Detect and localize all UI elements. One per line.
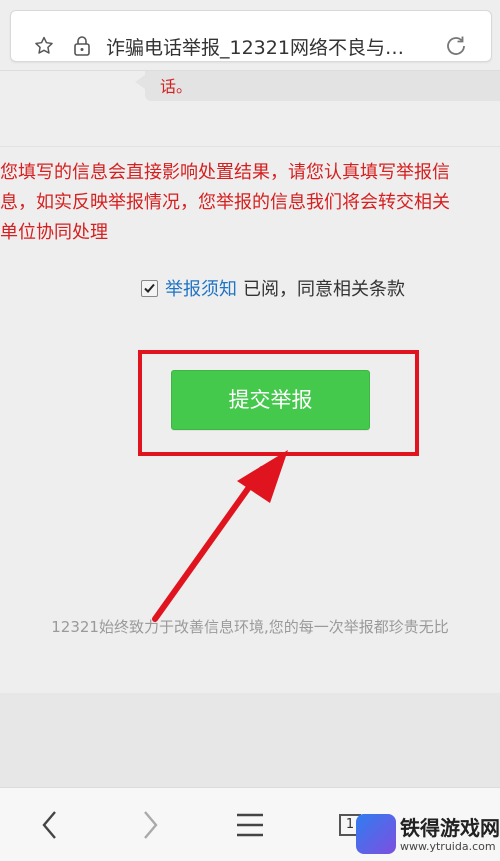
page-title-url[interactable]: 诈骗电话举报_12321网络不良与… [106, 33, 446, 60]
reload-icon[interactable] [443, 33, 469, 63]
address-bar[interactable]: 诈骗电话举报_12321网络不良与… [10, 10, 492, 62]
site-watermark: 铁得游戏网 www.ytruida.com [356, 810, 500, 860]
watermark-title: 铁得游戏网 [400, 816, 500, 840]
watermark-logo-icon [356, 814, 396, 854]
menu-button[interactable] [200, 788, 300, 861]
page-content: 话。 您填写的信息会直接影响处置结果，请您认真填写举报信 息，如实反映举报情况，… [0, 71, 500, 787]
forward-icon [144, 810, 158, 839]
star-icon[interactable] [33, 35, 55, 61]
watermark-url: www.ytruida.com [400, 840, 496, 853]
annotation-arrow [152, 450, 288, 622]
lock-icon [73, 35, 91, 61]
back-button[interactable] [0, 788, 100, 861]
content-bottom-band [0, 693, 500, 787]
footer-slogan: 12321始终致力于改善信息环境,您的每一次举报都珍贵无比 [51, 618, 449, 636]
menu-icon [237, 813, 263, 836]
browser-top-bar: 诈骗电话举报_12321网络不良与… [0, 0, 500, 71]
forward-button[interactable] [100, 788, 200, 861]
back-icon [42, 810, 56, 839]
